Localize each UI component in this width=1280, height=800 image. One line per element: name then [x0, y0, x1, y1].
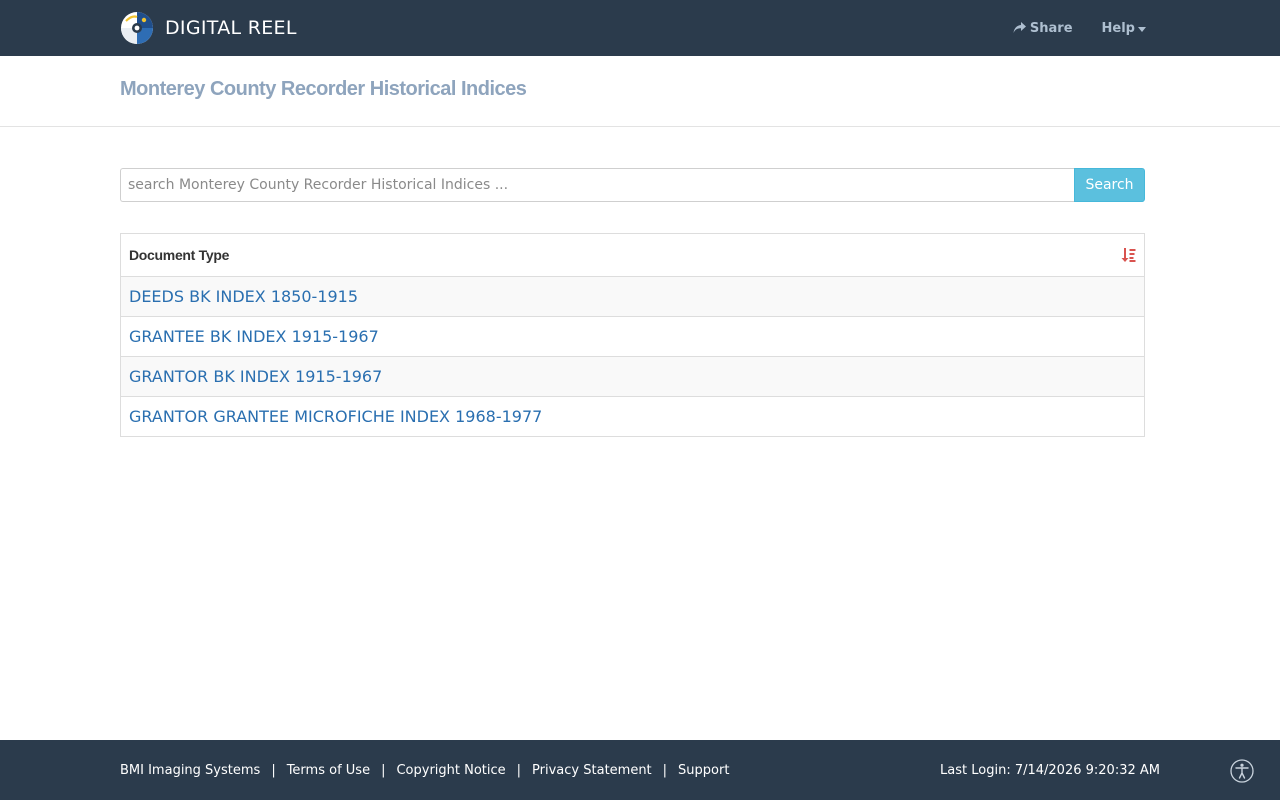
- table-row: GRANTEE BK INDEX 1915-1967: [120, 316, 1145, 357]
- sort-alpha-desc-icon[interactable]: [1121, 248, 1136, 262]
- brand-home-link[interactable]: DIGITAL REEL: [120, 10, 297, 46]
- table-row: DEEDS BK INDEX 1850-1915: [120, 276, 1145, 317]
- table-header-row: Document Type: [120, 233, 1145, 277]
- table-row: GRANTOR BK INDEX 1915-1967: [120, 356, 1145, 397]
- document-type-link[interactable]: GRANTOR BK INDEX 1915-1967: [129, 367, 382, 386]
- table-row: GRANTOR GRANTEE MICROFICHE INDEX 1968-19…: [120, 396, 1145, 437]
- caret-down-icon: [1138, 26, 1146, 32]
- footer-link-support[interactable]: Support: [678, 763, 729, 778]
- footer-separator: |: [662, 762, 668, 778]
- navbar-right-menu: Share Help: [1013, 0, 1146, 56]
- document-type-link[interactable]: GRANTEE BK INDEX 1915-1967: [129, 327, 379, 346]
- document-type-link[interactable]: DEEDS BK INDEX 1850-1915: [129, 287, 358, 306]
- footer-link-bmi-imaging[interactable]: BMI Imaging Systems: [120, 763, 260, 778]
- footer-separator: |: [516, 762, 522, 778]
- share-button[interactable]: Share: [1013, 21, 1073, 36]
- footer-separator: |: [271, 762, 276, 778]
- accessibility-icon[interactable]: [1230, 759, 1254, 783]
- table-cell: GRANTEE BK INDEX 1915-1967: [120, 316, 1145, 357]
- last-login-text: Last Login: 7/14/2026 9:20:32 AM: [940, 762, 1160, 778]
- search-form: Search: [120, 168, 1145, 202]
- help-menu-toggle[interactable]: Help: [1102, 21, 1146, 36]
- footer-link-privacy[interactable]: Privacy Statement: [532, 763, 652, 778]
- footer-link-copyright[interactable]: Copyright Notice: [396, 763, 505, 778]
- page-footer: BMI Imaging Systems | Terms of Use | Cop…: [0, 740, 1280, 800]
- search-input[interactable]: [120, 168, 1074, 202]
- footer-link-terms[interactable]: Terms of Use: [287, 763, 370, 778]
- top-navbar: DIGITAL REEL Share Help: [0, 0, 1280, 56]
- brand-name: DIGITAL REEL: [165, 17, 297, 39]
- document-type-link[interactable]: GRANTOR GRANTEE MICROFICHE INDEX 1968-19…: [129, 407, 542, 426]
- document-type-table: Document Type DEEDS BK INDEX 1850-1915 G…: [120, 233, 1145, 437]
- table-cell: GRANTOR GRANTEE MICROFICHE INDEX 1968-19…: [120, 396, 1145, 437]
- page-header: Monterey County Recorder Historical Indi…: [0, 56, 1280, 127]
- column-header-label: Document Type: [129, 247, 230, 263]
- help-label: Help: [1101, 20, 1135, 36]
- page-title: Monterey County Recorder Historical Indi…: [120, 78, 527, 100]
- share-label: Share: [1029, 20, 1073, 36]
- footer-links: BMI Imaging Systems | Terms of Use | Cop…: [120, 740, 729, 800]
- document-type-column-header: Document Type: [120, 233, 1145, 277]
- digital-reel-logo-icon: [121, 12, 153, 44]
- footer-separator: |: [381, 762, 386, 778]
- search-button[interactable]: Search: [1074, 168, 1145, 202]
- table-cell: GRANTOR BK INDEX 1915-1967: [120, 356, 1145, 397]
- share-icon: [1013, 22, 1026, 33]
- table-cell: DEEDS BK INDEX 1850-1915: [120, 276, 1145, 317]
